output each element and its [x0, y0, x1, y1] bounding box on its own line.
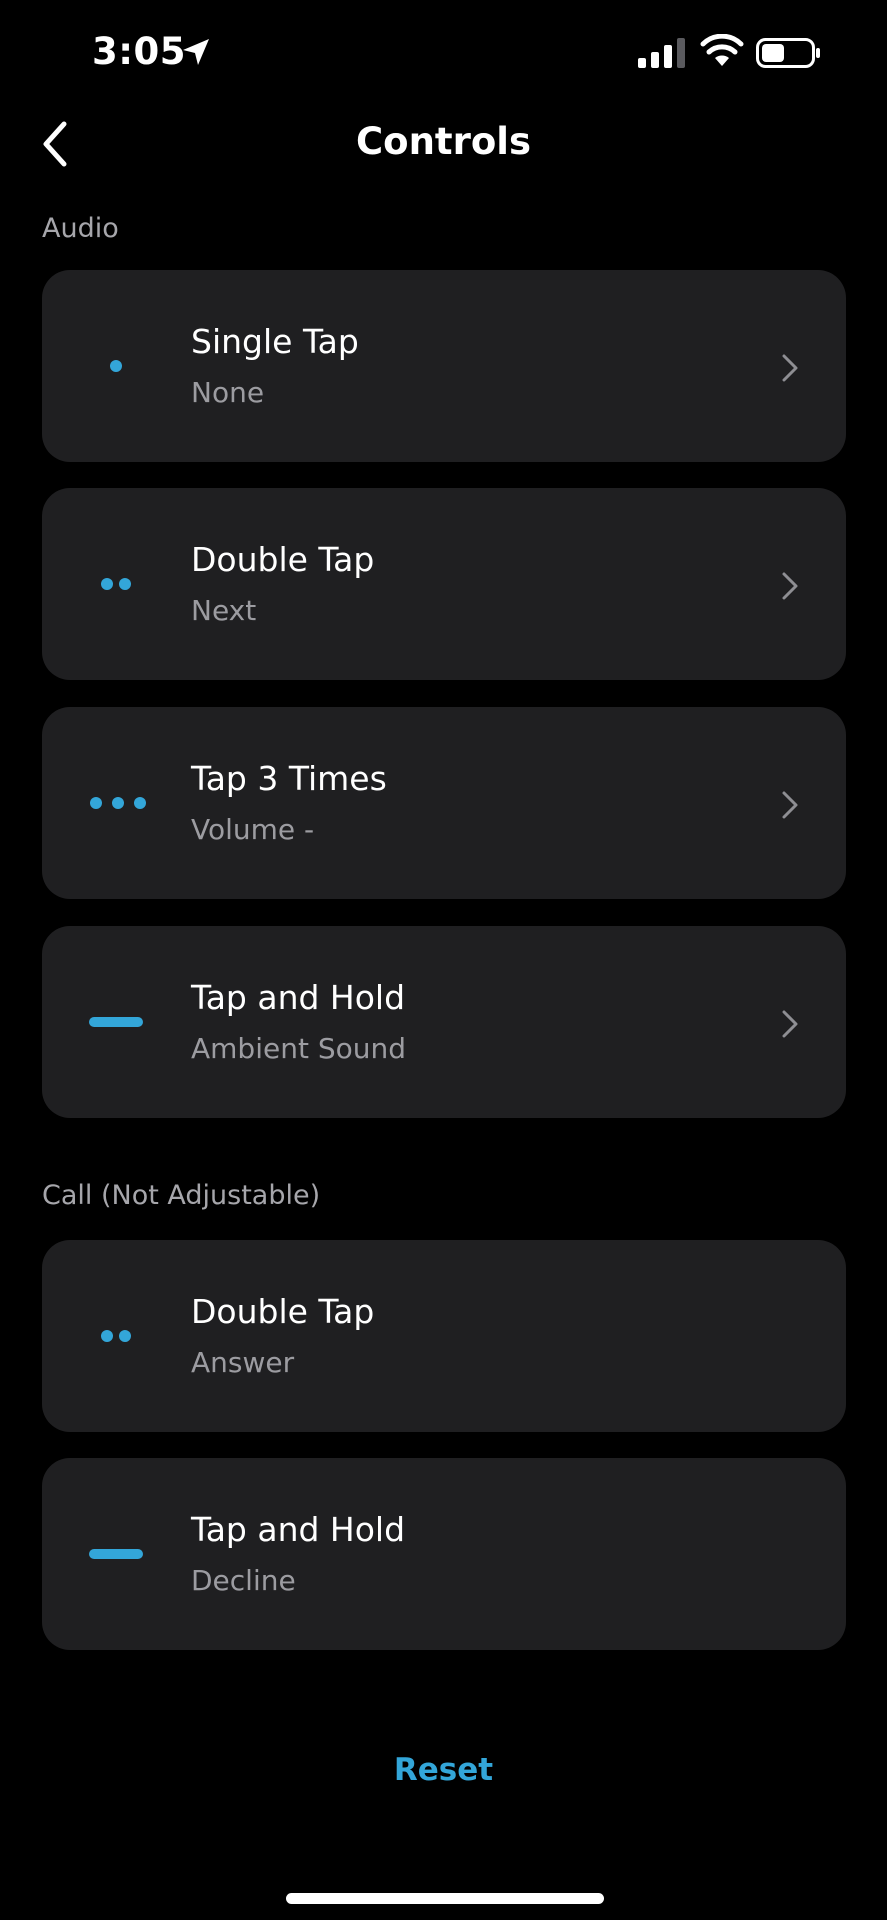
- control-row-tap-and-hold[interactable]: Tap and Hold Ambient Sound: [42, 926, 846, 1118]
- control-title: Double Tap: [191, 540, 375, 579]
- control-value: Ambient Sound: [191, 1032, 407, 1065]
- control-title: Tap 3 Times: [191, 759, 387, 798]
- reset-button[interactable]: Reset: [0, 1752, 887, 1788]
- single-dot-icon: [110, 360, 122, 372]
- home-indicator[interactable]: [286, 1893, 604, 1904]
- control-title: Double Tap: [191, 1292, 375, 1331]
- section-header-audio: Audio: [42, 213, 119, 244]
- control-value: Decline: [191, 1564, 296, 1597]
- call-row-tap-and-hold: Tap and Hold Decline: [42, 1458, 846, 1650]
- control-value: None: [191, 376, 265, 409]
- call-row-double-tap: Double Tap Answer: [42, 1240, 846, 1432]
- control-value: Next: [191, 594, 257, 627]
- control-title: Tap and Hold: [191, 978, 406, 1017]
- control-value: Volume -: [191, 813, 315, 846]
- battery-icon: [756, 38, 820, 68]
- dash-icon: [89, 1549, 143, 1559]
- triple-dot-icon: [90, 797, 146, 809]
- control-value: Answer: [191, 1346, 295, 1379]
- chevron-right-icon: [782, 791, 798, 819]
- control-title: Tap and Hold: [191, 1510, 406, 1549]
- chevron-right-icon: [782, 1010, 798, 1038]
- control-title: Single Tap: [191, 322, 359, 361]
- cellular-signal-icon: [638, 38, 685, 68]
- page-title: Controls: [356, 120, 531, 163]
- status-time: 3:05: [92, 30, 187, 73]
- location-arrow-icon: [183, 39, 209, 65]
- control-row-double-tap[interactable]: Double Tap Next: [42, 488, 846, 680]
- double-dot-icon: [101, 1330, 131, 1342]
- control-row-single-tap[interactable]: Single Tap None: [42, 270, 846, 462]
- chevron-right-icon: [782, 572, 798, 600]
- section-header-call: Call (Not Adjustable): [42, 1180, 321, 1211]
- status-bar: 3:05: [0, 0, 887, 110]
- wifi-icon: [700, 34, 744, 66]
- double-dot-icon: [101, 578, 131, 590]
- dash-icon: [89, 1017, 143, 1027]
- control-row-tap-3-times[interactable]: Tap 3 Times Volume -: [42, 707, 846, 899]
- chevron-right-icon: [782, 354, 798, 382]
